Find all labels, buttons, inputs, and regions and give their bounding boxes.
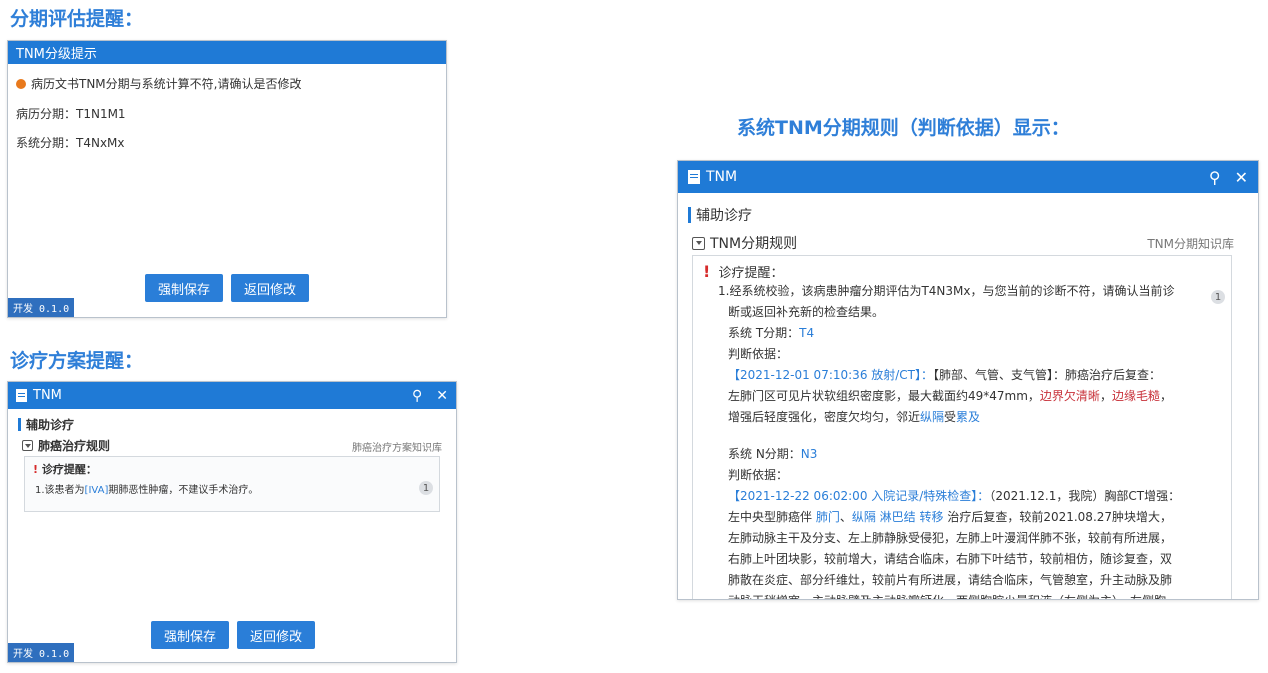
- assist-heading-text: 辅助诊疗: [26, 418, 75, 432]
- basis-label: 判断依据：: [728, 468, 789, 482]
- t-reference-tag: 【肺部、气管、支气管】：肺癌治疗后复查：: [933, 368, 1162, 382]
- document-icon: [16, 389, 27, 402]
- warning-icon: [16, 79, 26, 89]
- n-basis-line: 右肺上叶团块影，较前增大，请结合临床，右肺下叶结节，较前相仿，随诊复查，双: [728, 552, 1173, 566]
- dialog-titlebar: TNM ⚲ ✕: [8, 382, 456, 409]
- n-basis-line: 动脉干稍增宽，主动脉壁及主动脉瓣钙化，两侧胸腔少量积液（左侧为主），左侧胸: [718, 591, 1230, 599]
- alert-title: 诊疗提醒：: [718, 266, 784, 281]
- t-basis-ref: 【2021-12-01 07:10:36 放射/CT】：【肺部、气管、支气管】：…: [718, 365, 1230, 386]
- n-reference-link[interactable]: 【2021-12-22 06:02:00 入院记录/特殊检查】：: [728, 489, 989, 503]
- mismatch-warning: 病历文书TNM分期与系统计算不符,请确认是否修改: [16, 75, 301, 92]
- rule-header[interactable]: TNM分期规则: [692, 233, 797, 253]
- t-basis-line: 左肺门区可见片状软组织密度影，最大截面约49*47mm，边界欠清晰，边缘毛糙，: [728, 389, 1172, 403]
- alert-box: ! 诊疗提醒： 1.该患者为[IVA]期肺恶性肿瘤，不建议手术治疗。 1: [24, 456, 440, 512]
- close-icon[interactable]: ✕: [436, 388, 448, 404]
- warning-text: 病历文书TNM分期与系统计算不符,请确认是否修改: [31, 77, 302, 91]
- n-reference-tag: （2021.12.1，我院）胸部CT增强：: [989, 489, 1181, 503]
- pin-icon[interactable]: ⚲: [1209, 168, 1221, 187]
- rules-section-title: 系统TNM分期规则（判断依据）显示：: [737, 117, 1070, 139]
- t-basis-line: 增强后轻度强化，密度欠均匀，邻近纵隔受累及: [728, 410, 981, 424]
- t-reference-link[interactable]: 【2021-12-01 07:10:36 放射/CT】：: [728, 368, 933, 382]
- alert-line: 1.经系统校验，该病患肿瘤分期评估为T4N3Mx，与您当前的诊断不符，请确认当前…: [718, 284, 1175, 298]
- alert-message: 1.该患者为[IVA]期肺恶性肿瘤，不建议手术治疗。: [35, 481, 258, 496]
- knowledge-base-link[interactable]: 肺癌治疗方案知识库: [352, 439, 442, 454]
- rule-title: TNM分期规则: [710, 236, 798, 252]
- alert-prefix: 1.该患者为: [35, 485, 85, 496]
- version-tag: 开发 0.1.0: [8, 298, 75, 317]
- alert-suffix: 期肺恶性肿瘤，不建议手术治疗。: [108, 485, 259, 496]
- dialog-titlebar: TNM ⚲ ✕: [678, 161, 1258, 193]
- assist-heading: 辅助诊疗: [18, 416, 74, 433]
- close-icon[interactable]: ✕: [1235, 168, 1248, 187]
- tnm-rules-dialog: TNM ⚲ ✕ 辅助诊疗 TNM分期规则 TNM分期知识库 ! 诊疗提醒： 1 …: [677, 160, 1259, 600]
- keyword-hilum: 肺门: [815, 510, 840, 524]
- staging-section-title: 分期评估提醒：: [10, 8, 144, 30]
- back-edit-button[interactable]: 返回修改: [237, 621, 315, 649]
- keyword-mediastinum: 纵隔: [920, 410, 945, 424]
- pin-icon[interactable]: ⚲: [412, 388, 422, 404]
- dialog-title: TNM: [706, 169, 738, 185]
- system-stage: 系统分期：T4NxMx: [16, 136, 125, 150]
- knowledge-base-link[interactable]: TNM分期知识库: [1147, 235, 1234, 252]
- t-stage-label: 系统 T分期：: [728, 326, 800, 340]
- rule-title: 肺癌治疗规则: [38, 439, 111, 453]
- document-icon: [688, 170, 700, 184]
- keyword-lymph-metastasis: 纵隔 淋巴结 转移: [851, 510, 944, 524]
- keyword-edge: 边缘毛糙: [1111, 389, 1160, 403]
- n-stage-label: 系统 N分期：: [728, 447, 801, 461]
- record-stage: 病历分期：T1N1M1: [16, 107, 126, 121]
- collapse-icon[interactable]: [22, 440, 33, 451]
- t-stage-row: 系统 T分期：T4: [718, 323, 1230, 344]
- dialog-title: TNM: [33, 388, 62, 403]
- n-basis-ref: 【2021-12-22 06:02:00 入院记录/特殊检查】：（2021.12…: [718, 486, 1230, 507]
- n-basis-line: 左肺动脉主干及分支、左上肺静脉受侵犯，左肺上叶漫润伴肺不张，较前有所进展，: [728, 531, 1173, 545]
- treatment-dialog: TNM ⚲ ✕ 辅助诊疗 肺癌治疗规则 肺癌治疗方案知识库 ! 诊疗提醒： 1.…: [7, 381, 457, 663]
- t-stage-value: T4: [799, 326, 815, 340]
- keyword-border: 边界欠清晰: [1039, 389, 1100, 403]
- version-tag: 开发 0.1.0: [8, 643, 75, 662]
- warning-icon: !: [703, 262, 711, 281]
- force-save-button[interactable]: 强制保存: [145, 274, 223, 302]
- alert-title: 诊疗提醒：: [41, 463, 97, 476]
- dialog-titlebar: TNM分级提示: [8, 41, 446, 64]
- assist-heading: 辅助诊疗: [688, 205, 752, 225]
- tnm-staging-dialog: TNM分级提示 病历文书TNM分期与系统计算不符,请确认是否修改 病历分期：T1…: [7, 40, 447, 318]
- back-edit-button[interactable]: 返回修改: [231, 274, 309, 302]
- collapse-icon[interactable]: [692, 236, 705, 250]
- alert-count-badge: 1: [419, 481, 433, 495]
- force-save-button[interactable]: 强制保存: [151, 621, 229, 649]
- warning-icon: !: [33, 463, 39, 476]
- alert-stage[interactable]: [IVA]: [85, 485, 109, 496]
- alert-line: 断或返回补充新的检查结果。: [728, 305, 885, 319]
- assist-heading-text: 辅助诊疗: [696, 208, 752, 224]
- n-basis-line: 左中央型肺癌伴 肺门、纵隔 淋巴结 转移 治疗后复查，较前2021.08.27肿…: [728, 510, 1173, 524]
- n-basis-line: 肺散在炎症、部分纤维灶，较前片有所进展，请结合临床，气管憩室，升主动脉及肺: [728, 573, 1173, 587]
- treatment-section-title: 诊疗方案提醒：: [10, 350, 144, 372]
- alert-details: 1.经系统校验，该病患肿瘤分期评估为T4N3Mx，与您当前的诊断不符，请确认当前…: [718, 281, 1230, 599]
- basis-label: 判断依据：: [728, 347, 789, 361]
- dialog-title: TNM分级提示: [16, 47, 97, 62]
- n-stage-value: N3: [800, 447, 818, 461]
- n-stage-row: 系统 N分期：N3: [718, 444, 1230, 465]
- rule-header[interactable]: 肺癌治疗规则: [22, 437, 110, 454]
- keyword-involved: 累及: [956, 410, 981, 424]
